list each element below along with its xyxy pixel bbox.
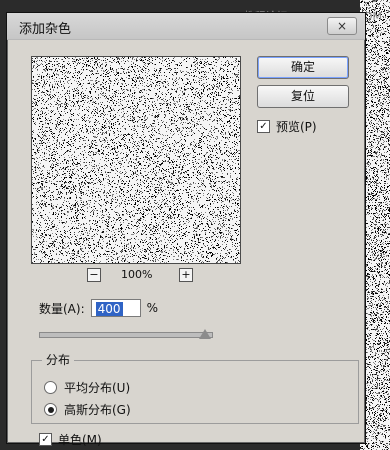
distribution-gaussian-option[interactable]: 高斯分布(G) [44, 401, 131, 418]
close-button[interactable]: × [327, 17, 357, 35]
noise-preview-canvas [32, 57, 240, 263]
monochromatic-checkbox-row[interactable]: ✓ 单色(M) [39, 431, 102, 448]
gaussian-radio[interactable] [44, 403, 57, 416]
zoom-out-button[interactable]: − [87, 268, 101, 282]
preview-checkbox-row[interactable]: ✓ 预览(P) [257, 118, 317, 135]
amount-slider-track [39, 332, 213, 338]
gaussian-radio-label: 高斯分布(G) [64, 403, 131, 417]
distribution-uniform-option[interactable]: 平均分布(U) [44, 379, 130, 396]
amount-label: 数量(A): [39, 301, 85, 316]
distribution-label: 分布 [42, 351, 75, 368]
dialog-title: 添加杂色 [19, 22, 72, 37]
noise-preview[interactable] [31, 56, 241, 264]
amount-slider-thumb[interactable] [199, 329, 211, 339]
amount-row: 数量(A): 400 % [39, 299, 158, 317]
add-noise-dialog: 添加杂色 × − 100% + 确定 复位 ✓ 预览(P) 数量(A): 400… [6, 12, 366, 447]
preview-checkbox-label: 预览(P) [276, 120, 317, 134]
preview-checkbox[interactable]: ✓ [257, 120, 270, 133]
title-bar: 添加杂色 × [7, 13, 365, 40]
reset-button[interactable]: 复位 [257, 85, 349, 108]
amount-unit: % [146, 301, 159, 315]
monochromatic-checkbox-label: 单色(M) [58, 433, 102, 447]
ok-button[interactable]: 确定 [257, 56, 349, 79]
distribution-group: 分布 平均分布(U) 高斯分布(G) [31, 351, 359, 424]
amount-slider[interactable] [39, 326, 217, 342]
zoom-level: 100% [121, 268, 153, 281]
gaussian-radio-dot [47, 406, 54, 413]
zoom-controls: − 100% + [87, 268, 193, 286]
amount-input[interactable]: 400 [90, 299, 141, 317]
amount-value: 400 [95, 302, 123, 316]
uniform-radio[interactable] [44, 381, 57, 394]
zoom-in-button[interactable]: + [179, 268, 193, 282]
monochromatic-checkbox[interactable]: ✓ [39, 433, 52, 446]
uniform-radio-label: 平均分布(U) [64, 381, 131, 395]
